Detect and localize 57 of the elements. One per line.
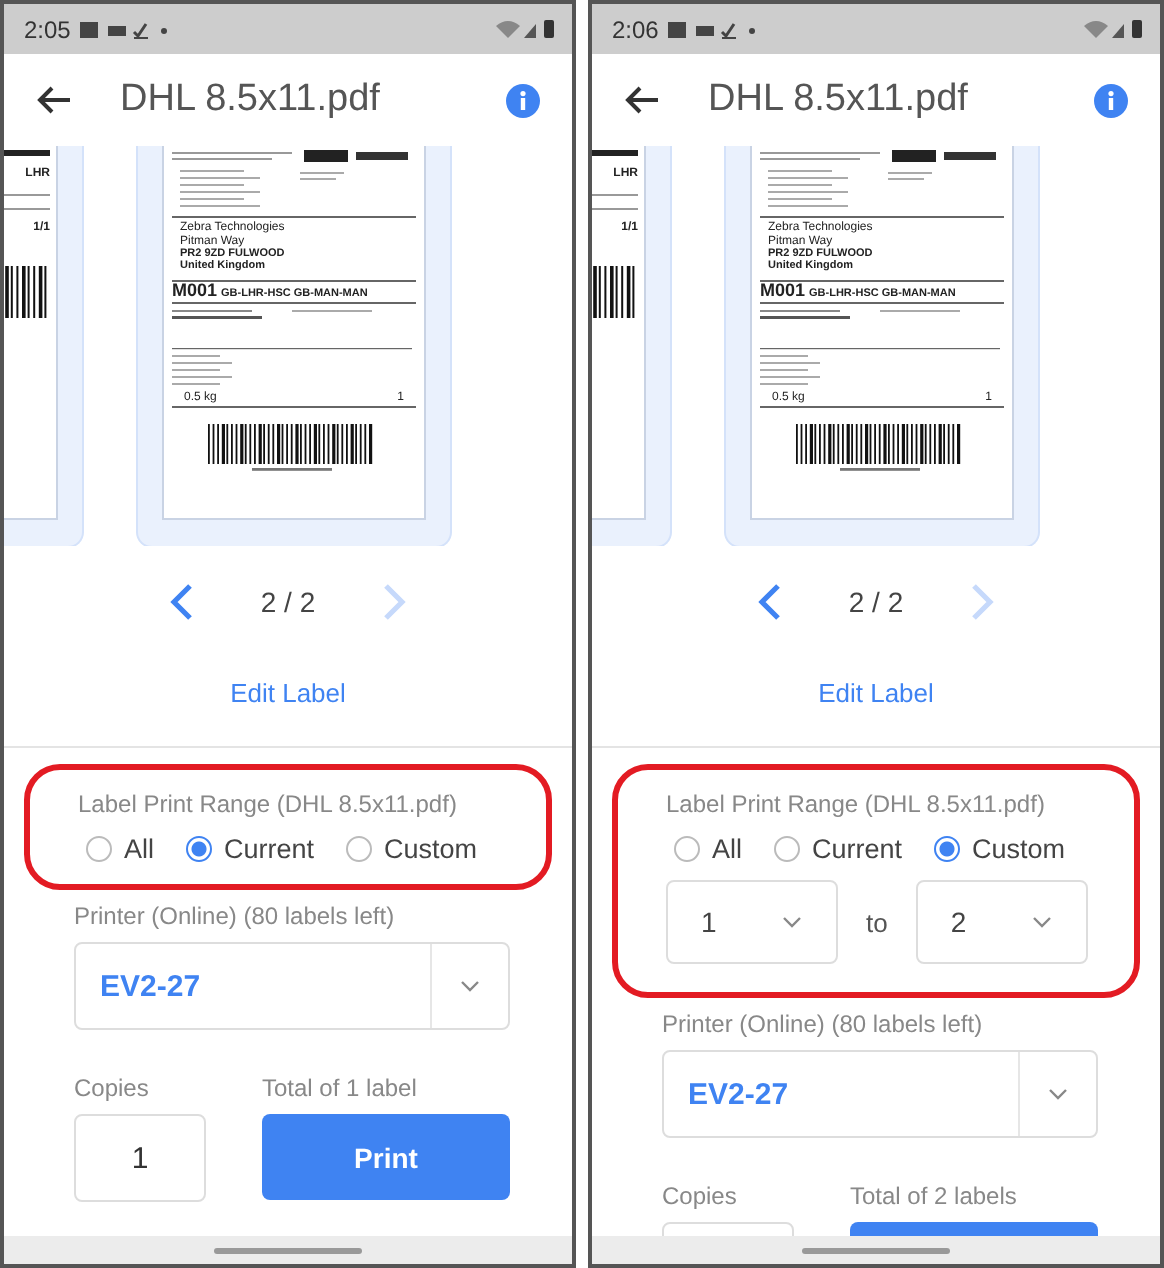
radio-icon[interactable] bbox=[86, 836, 112, 862]
total-labels-text: Total of 2 labels bbox=[850, 1182, 1019, 1210]
notification-icons bbox=[80, 19, 173, 39]
system-status-icons bbox=[1084, 18, 1144, 40]
radio-icon[interactable] bbox=[186, 836, 213, 862]
copies-field[interactable]: 1 bbox=[74, 1114, 206, 1202]
radio-option[interactable]: All bbox=[86, 834, 155, 864]
home-indicator[interactable] bbox=[214, 1247, 362, 1253]
info-icon[interactable] bbox=[506, 83, 540, 117]
radio-icon[interactable] bbox=[934, 836, 961, 862]
printer-dropdown[interactable]: EV2-27 bbox=[662, 1050, 1098, 1138]
back-arrow-icon[interactable] bbox=[624, 84, 660, 116]
home-indicator[interactable] bbox=[802, 1247, 950, 1253]
document-title: DHL 8.5x11.pdf bbox=[120, 78, 382, 122]
page-indicator: 2 / 2 bbox=[260, 586, 316, 618]
status-time: 2:06 bbox=[612, 15, 659, 43]
barcode bbox=[592, 266, 638, 319]
total-labels-text: Total of 1 label bbox=[262, 1074, 419, 1102]
copies-label: Copies bbox=[74, 1074, 151, 1102]
previous-page-icon[interactable] bbox=[756, 582, 785, 622]
range-label: Label Print Range (DHL 8.5x11.pdf) bbox=[666, 790, 1047, 818]
radio-icon[interactable] bbox=[774, 836, 801, 862]
radio-option[interactable]: All bbox=[674, 834, 743, 864]
document-title: DHL 8.5x11.pdf bbox=[708, 78, 970, 122]
chevron-down-icon bbox=[1048, 1088, 1068, 1100]
range-separator: to bbox=[866, 907, 888, 937]
range-label: Label Print Range (DHL 8.5x11.pdf) bbox=[78, 790, 459, 818]
printer-dropdown[interactable]: EV2-27 bbox=[74, 942, 510, 1030]
back-arrow-icon[interactable] bbox=[36, 84, 72, 116]
radio-option[interactable]: Current bbox=[774, 834, 903, 864]
radio-option[interactable]: Custom bbox=[934, 834, 1066, 864]
to-page-dropdown[interactable]: 2 bbox=[915, 880, 1088, 964]
chevron-down-icon bbox=[1032, 916, 1053, 928]
radio-option[interactable]: Current bbox=[186, 834, 315, 864]
info-icon[interactable] bbox=[1094, 83, 1128, 117]
label-text: M001 bbox=[172, 282, 218, 303]
next-page-icon[interactable] bbox=[379, 582, 408, 622]
page-indicator: 2 / 2 bbox=[848, 586, 904, 618]
radio-option[interactable]: Custom bbox=[346, 834, 478, 864]
next-page-icon[interactable] bbox=[967, 582, 996, 622]
edit-label-link[interactable]: Edit Label bbox=[818, 677, 934, 707]
system-status-icons bbox=[496, 18, 556, 40]
print-button[interactable]: Print bbox=[262, 1114, 510, 1200]
status-time: 2:05 bbox=[24, 15, 71, 43]
chevron-down-icon bbox=[460, 980, 480, 992]
label-text: M001 bbox=[760, 282, 806, 303]
radio-icon[interactable] bbox=[346, 836, 373, 862]
copies-label: Copies bbox=[662, 1182, 739, 1210]
chevron-down-icon bbox=[782, 916, 803, 928]
previous-page-icon[interactable] bbox=[168, 582, 197, 622]
edit-label-link[interactable]: Edit Label bbox=[230, 677, 346, 707]
barcode bbox=[4, 266, 50, 319]
printer-label: Printer (Online) (80 labels left) bbox=[74, 902, 397, 930]
notification-icons bbox=[668, 19, 761, 39]
printer-label: Printer (Online) (80 labels left) bbox=[662, 1010, 985, 1038]
from-page-dropdown[interactable]: 1 bbox=[666, 880, 838, 964]
radio-icon[interactable] bbox=[674, 836, 700, 862]
